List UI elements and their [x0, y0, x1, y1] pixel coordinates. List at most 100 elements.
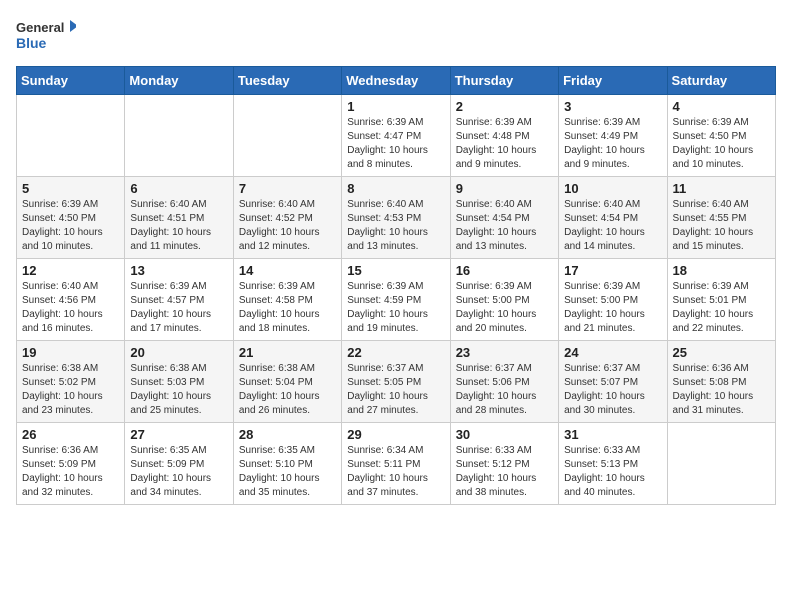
calendar-cell: 2 Sunrise: 6:39 AMSunset: 4:48 PMDaylight…	[450, 95, 558, 177]
day-info: Sunrise: 6:33 AMSunset: 5:13 PMDaylight:…	[564, 444, 661, 500]
calendar-cell: 30 Sunrise: 6:33 AMSunset: 5:12 PMDayligh…	[450, 423, 558, 505]
day-number: 21	[239, 345, 336, 360]
calendar-week-row: 19 Sunrise: 6:38 AMSunset: 5:02 PMDayligh…	[17, 341, 776, 423]
calendar-week-row: 5 Sunrise: 6:39 AMSunset: 4:50 PMDaylight…	[17, 177, 776, 259]
day-number: 25	[673, 345, 770, 360]
day-number: 6	[130, 181, 227, 196]
day-number: 14	[239, 263, 336, 278]
day-number: 2	[456, 99, 553, 114]
calendar-cell: 26Sunrise: 6:36 AMSunset: 5:09 PMDayligh…	[17, 423, 125, 505]
svg-text:Blue: Blue	[16, 35, 47, 51]
day-info: Sunrise: 6:34 AMSunset: 5:11 PMDaylight:…	[347, 444, 444, 500]
day-number: 8	[347, 181, 444, 196]
calendar-cell: 6Sunrise: 6:40 AMSunset: 4:51 PMDaylight…	[125, 177, 233, 259]
calendar-cell: 10 Sunrise: 6:40 AMSunset: 4:54 PMDayligh…	[559, 177, 667, 259]
day-info: Sunrise: 6:40 AMSunset: 4:53 PMDaylight:…	[347, 198, 444, 254]
day-number: 29	[347, 427, 444, 442]
logo: General Blue	[16, 16, 76, 56]
calendar-cell: 13 Sunrise: 6:39 AMSunset: 4:57 PMDayligh…	[125, 259, 233, 341]
weekday-header: Saturday	[667, 67, 775, 95]
calendar-cell: 29 Sunrise: 6:34 AMSunset: 5:11 PMDayligh…	[342, 423, 450, 505]
calendar-week-row: 26Sunrise: 6:36 AMSunset: 5:09 PMDayligh…	[17, 423, 776, 505]
day-number: 30	[456, 427, 553, 442]
day-info: Sunrise: 6:39 AMSunset: 4:57 PMDaylight:…	[130, 280, 227, 336]
day-info: Sunrise: 6:40 AMSunset: 4:54 PMDaylight:…	[456, 198, 553, 254]
day-info: Sunrise: 6:39 AMSunset: 4:59 PMDaylight:…	[347, 280, 444, 336]
day-number: 22	[347, 345, 444, 360]
calendar-cell: 16 Sunrise: 6:39 AMSunset: 5:00 PMDayligh…	[450, 259, 558, 341]
day-info: Sunrise: 6:35 AMSunset: 5:10 PMDaylight:…	[239, 444, 336, 500]
day-number: 17	[564, 263, 661, 278]
day-info: Sunrise: 6:39 AMSunset: 5:01 PMDaylight:…	[673, 280, 770, 336]
weekday-header: Sunday	[17, 67, 125, 95]
day-number: 19	[22, 345, 119, 360]
weekday-header: Tuesday	[233, 67, 341, 95]
calendar-cell: 24 Sunrise: 6:37 AMSunset: 5:07 PMDayligh…	[559, 341, 667, 423]
day-info: Sunrise: 6:37 AMSunset: 5:07 PMDaylight:…	[564, 362, 661, 418]
weekday-header: Friday	[559, 67, 667, 95]
day-info: Sunrise: 6:37 AMSunset: 5:05 PMDaylight:…	[347, 362, 444, 418]
day-number: 15	[347, 263, 444, 278]
calendar-cell: 21 Sunrise: 6:38 AMSunset: 5:04 PMDayligh…	[233, 341, 341, 423]
calendar-cell: 1Sunrise: 6:39 AMSunset: 4:47 PMDaylight…	[342, 95, 450, 177]
day-info: Sunrise: 6:39 AMSunset: 5:00 PMDaylight:…	[456, 280, 553, 336]
day-info: Sunrise: 6:40 AMSunset: 4:52 PMDaylight:…	[239, 198, 336, 254]
calendar-cell	[17, 95, 125, 177]
calendar-cell: 9 Sunrise: 6:40 AMSunset: 4:54 PMDaylight…	[450, 177, 558, 259]
day-number: 27	[130, 427, 227, 442]
day-info: Sunrise: 6:36 AMSunset: 5:09 PMDaylight:…	[22, 444, 119, 500]
day-info: Sunrise: 6:35 AMSunset: 5:09 PMDaylight:…	[130, 444, 227, 500]
day-number: 11	[673, 181, 770, 196]
day-number: 9	[456, 181, 553, 196]
calendar-cell	[125, 95, 233, 177]
calendar-cell: 22 Sunrise: 6:37 AMSunset: 5:05 PMDayligh…	[342, 341, 450, 423]
day-number: 4	[673, 99, 770, 114]
day-info: Sunrise: 6:40 AMSunset: 4:56 PMDaylight:…	[22, 280, 119, 336]
calendar-cell: 3Sunrise: 6:39 AMSunset: 4:49 PMDaylight…	[559, 95, 667, 177]
calendar-cell: 28 Sunrise: 6:35 AMSunset: 5:10 PMDayligh…	[233, 423, 341, 505]
day-number: 18	[673, 263, 770, 278]
calendar-cell	[667, 423, 775, 505]
day-number: 16	[456, 263, 553, 278]
day-number: 28	[239, 427, 336, 442]
day-info: Sunrise: 6:38 AMSunset: 5:03 PMDaylight:…	[130, 362, 227, 418]
calendar-cell: 18 Sunrise: 6:39 AMSunset: 5:01 PMDayligh…	[667, 259, 775, 341]
calendar-cell: 5 Sunrise: 6:39 AMSunset: 4:50 PMDaylight…	[17, 177, 125, 259]
svg-text:General: General	[16, 20, 64, 35]
day-info: Sunrise: 6:39 AMSunset: 4:50 PMDaylight:…	[22, 198, 119, 254]
day-number: 24	[564, 345, 661, 360]
day-number: 7	[239, 181, 336, 196]
calendar-table: SundayMondayTuesdayWednesdayThursdayFrid…	[16, 66, 776, 505]
calendar-cell: 25Sunrise: 6:36 AMSunset: 5:08 PMDayligh…	[667, 341, 775, 423]
day-info: Sunrise: 6:38 AMSunset: 5:04 PMDaylight:…	[239, 362, 336, 418]
weekday-header: Thursday	[450, 67, 558, 95]
weekday-header-row: SundayMondayTuesdayWednesdayThursdayFrid…	[17, 67, 776, 95]
day-info: Sunrise: 6:38 AMSunset: 5:02 PMDaylight:…	[22, 362, 119, 418]
calendar-cell: 31 Sunrise: 6:33 AMSunset: 5:13 PMDayligh…	[559, 423, 667, 505]
calendar-week-row: 12Sunrise: 6:40 AMSunset: 4:56 PMDayligh…	[17, 259, 776, 341]
day-info: Sunrise: 6:39 AMSunset: 4:47 PMDaylight:…	[347, 116, 444, 172]
day-number: 13	[130, 263, 227, 278]
calendar-cell: 8 Sunrise: 6:40 AMSunset: 4:53 PMDaylight…	[342, 177, 450, 259]
day-info: Sunrise: 6:37 AMSunset: 5:06 PMDaylight:…	[456, 362, 553, 418]
day-info: Sunrise: 6:40 AMSunset: 4:54 PMDaylight:…	[564, 198, 661, 254]
day-info: Sunrise: 6:33 AMSunset: 5:12 PMDaylight:…	[456, 444, 553, 500]
page-header: General Blue	[16, 16, 776, 56]
day-number: 20	[130, 345, 227, 360]
calendar-cell	[233, 95, 341, 177]
day-info: Sunrise: 6:39 AMSunset: 4:48 PMDaylight:…	[456, 116, 553, 172]
calendar-cell: 27 Sunrise: 6:35 AMSunset: 5:09 PMDayligh…	[125, 423, 233, 505]
day-number: 5	[22, 181, 119, 196]
weekday-header: Wednesday	[342, 67, 450, 95]
day-number: 31	[564, 427, 661, 442]
calendar-cell: 15 Sunrise: 6:39 AMSunset: 4:59 PMDayligh…	[342, 259, 450, 341]
day-number: 10	[564, 181, 661, 196]
calendar-cell: 12Sunrise: 6:40 AMSunset: 4:56 PMDayligh…	[17, 259, 125, 341]
day-info: Sunrise: 6:39 AMSunset: 4:58 PMDaylight:…	[239, 280, 336, 336]
calendar-cell: 19 Sunrise: 6:38 AMSunset: 5:02 PMDayligh…	[17, 341, 125, 423]
day-info: Sunrise: 6:40 AMSunset: 4:55 PMDaylight:…	[673, 198, 770, 254]
calendar-cell: 20 Sunrise: 6:38 AMSunset: 5:03 PMDayligh…	[125, 341, 233, 423]
calendar-week-row: 1Sunrise: 6:39 AMSunset: 4:47 PMDaylight…	[17, 95, 776, 177]
calendar-cell: 7 Sunrise: 6:40 AMSunset: 4:52 PMDaylight…	[233, 177, 341, 259]
day-number: 3	[564, 99, 661, 114]
